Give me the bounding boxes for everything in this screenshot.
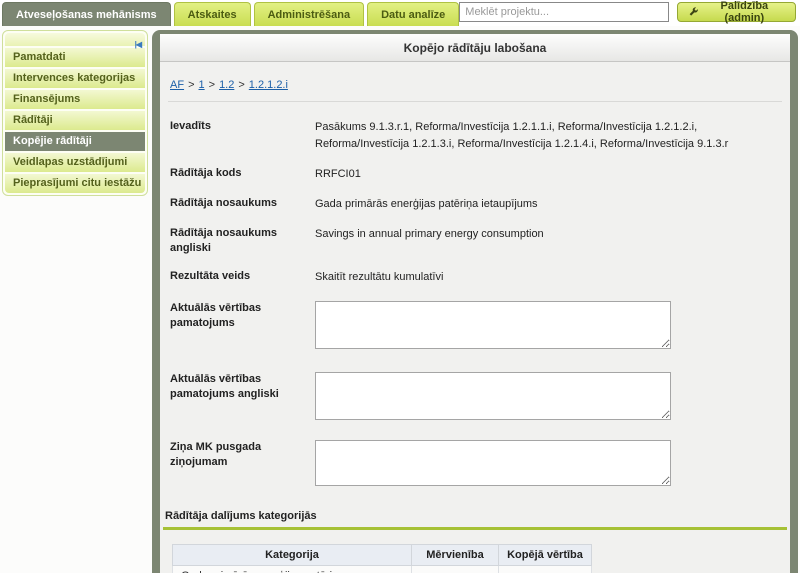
project-search-input[interactable] [459, 2, 668, 22]
sidebar-item-pamatdati[interactable]: Pamatdati [5, 48, 145, 67]
breadcrumb-separator: > [209, 79, 215, 91]
section-title-raditaja-dalijums: Rādītāja dalījums kategorijās [165, 510, 787, 522]
field-aktualas-vertibas-pamatojums: Aktuālās vērtības pamatojums [170, 301, 782, 355]
page-title: Kopējo rādītāju labošana [160, 34, 790, 62]
sidebar-item-raditaji[interactable]: Rādītāji [5, 111, 145, 130]
field-label: Aktuālās vērtības pamatojums [170, 301, 315, 355]
cell-category: Gada primārās enerģijas patēriņa ietaupī… [173, 566, 412, 573]
main-layout: |◀ Pamatdati Intervences kategorijas Fin… [0, 26, 800, 573]
sidebar-item-pieprasijumi-citu-iestazu-is[interactable]: Pieprasījumi citu iestāžu IS [5, 174, 145, 193]
field-zina-mk-pusgada-zinojumam: Ziņa MK pusgada ziņojumam [170, 440, 782, 492]
field-raditaja-nosaukums: Rādītāja nosaukums Gada primārās enerģij… [170, 196, 782, 213]
field-value: Pasākums 9.1.3.r.1, Reforma/Investīcija … [315, 119, 782, 153]
field-label: Aktuālās vērtības pamatojums angliski [170, 372, 315, 426]
help-admin-label: Palīdzība (admin) [704, 0, 785, 24]
topbar-right-group: Palīdzība (admin) [459, 2, 796, 22]
main-panel: Kopējo rādītāju labošana AF >1 >1.2 >1.2.1.… [152, 30, 798, 573]
breadcrumb-link-1-2-1-2-i[interactable]: 1.2.1.2.i [249, 79, 288, 91]
breadcrumb-link-1-2[interactable]: 1.2 [219, 79, 234, 91]
column-header-kopeja-vertiba: Kopējā vērtība [499, 545, 592, 566]
field-aktualas-vertibas-pamatojums-angliski: Aktuālās vērtības pamatojums angliski [170, 372, 782, 426]
field-raditaja-nosaukums-angliski: Rādītāja nosaukums angliski Savings in a… [170, 226, 782, 256]
field-label: Rezultāta veids [170, 269, 315, 286]
aktualas-vertibas-pamatojums-textarea[interactable] [315, 301, 671, 349]
tab-administresana[interactable]: Administrēšana [254, 2, 365, 26]
sidebar-item-finansejums[interactable]: Finansējums [5, 90, 145, 109]
column-header-mervieniba: Mērvienība [412, 545, 499, 566]
collapse-sidebar-icon[interactable]: |◀ [135, 40, 141, 49]
cell-total [499, 566, 592, 573]
field-rezultata-veids: Rezultāta veids Skaitīt rezultātu kumula… [170, 269, 782, 286]
table-header-row: Kategorija Mērvienība Kopējā vērtība [173, 545, 592, 566]
tab-datu-analize[interactable]: Datu analīze [367, 2, 459, 26]
help-admin-button[interactable]: Palīdzība (admin) [677, 2, 796, 22]
wrench-icon [688, 7, 699, 18]
breadcrumb-separator: > [238, 79, 244, 91]
sidebar-item-kopejie-raditaji[interactable]: Kopējie rādītāji [5, 132, 145, 151]
section-divider [163, 527, 787, 530]
field-label: Ziņa MK pusgada ziņojumam [170, 440, 315, 492]
field-value: Savings in annual primary energy consump… [315, 226, 782, 256]
tab-atveselosanas-mehanisms[interactable]: Atveseļošanas mehānisms [2, 2, 171, 26]
tab-atskaites[interactable]: Atskaites [174, 2, 251, 26]
field-label: Rādītāja kods [170, 166, 315, 183]
column-header-kategorija: Kategorija [173, 545, 412, 566]
breadcrumb-separator: > [188, 79, 194, 91]
breadcrumb: AF >1 >1.2 >1.2.1.2.i [168, 62, 782, 102]
cell-unit: MWh/gadā [412, 566, 499, 573]
top-navigation-bar: Atveseļošanas mehānisms Atskaites Admini… [0, 0, 800, 26]
sidebar-item-veidlapas-uzstadijumi[interactable]: Veidlapas uzstādījumi [5, 153, 145, 172]
field-value: RRFCI01 [315, 166, 782, 183]
top-tabs: Atveseļošanas mehānisms Atskaites Admini… [0, 2, 459, 26]
field-label: Rādītāja nosaukums [170, 196, 315, 213]
sidebar-item-intervences-kategorijas[interactable]: Intervences kategorijas [5, 69, 145, 88]
field-label: Ievadīts [170, 119, 315, 153]
field-ievadits: Ievadīts Pasākums 9.1.3.r.1, Reforma/Inv… [170, 119, 782, 153]
sidebar-menu: |◀ Pamatdati Intervences kategorijas Fin… [2, 30, 148, 196]
breadcrumb-link-1[interactable]: 1 [199, 79, 205, 91]
field-raditaja-kods: Rādītāja kods RRFCI01 [170, 166, 782, 183]
categories-table: Kategorija Mērvienība Kopējā vērtība Gad… [172, 544, 592, 573]
app-window: Atveseļošanas mehānisms Atskaites Admini… [0, 0, 800, 573]
field-label: Rādītāja nosaukums angliski [170, 226, 315, 256]
table-row: Gada primārās enerģijas patēriņa ietaupī… [173, 566, 592, 573]
field-value: Gada primārās enerģijas patēriņa ietaupī… [315, 196, 782, 213]
panel-content: AF >1 >1.2 >1.2.1.2.i Ievadīts Pasākums 9.1… [160, 62, 790, 573]
zina-mk-pusgada-zinojumam-textarea[interactable] [315, 440, 671, 486]
breadcrumb-link-af[interactable]: AF [170, 79, 184, 91]
aktualas-vertibas-pamatojums-angliski-textarea[interactable] [315, 372, 671, 420]
sidebar-header: |◀ [5, 33, 145, 46]
field-value: Skaitīt rezultātu kumulatīvi [315, 269, 782, 286]
